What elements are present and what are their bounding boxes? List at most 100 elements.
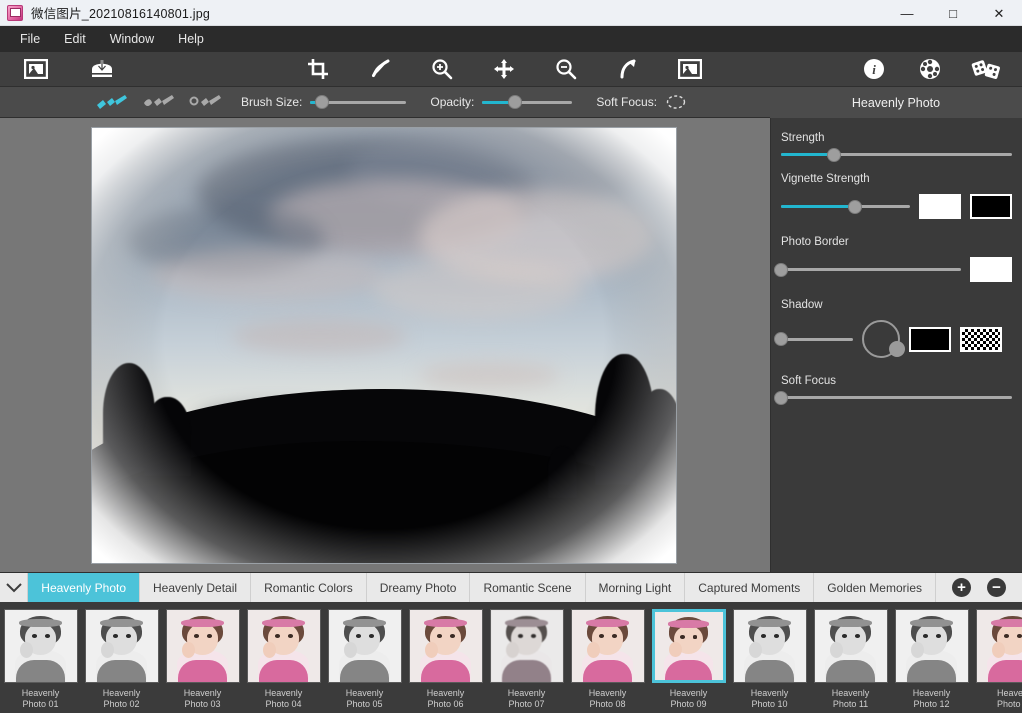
tab-morning-light[interactable]: Morning Light — [586, 573, 686, 602]
brush-erase-icon[interactable] — [135, 88, 182, 116]
thumbnail-caption: HeavenlyPhoto 09 — [670, 688, 708, 710]
shadow-angle-dial[interactable] — [862, 320, 900, 358]
redo-icon[interactable] — [608, 53, 648, 85]
shadow-color-swatch-transparent[interactable] — [960, 327, 1002, 352]
menu-item-edit[interactable]: Edit — [52, 28, 98, 50]
tab-captured-moments[interactable]: Captured Moments — [685, 573, 814, 602]
thumbnail-item[interactable]: HeavenlyPhoto 05 — [324, 606, 405, 710]
thumbnail-image[interactable] — [247, 609, 321, 683]
thumbnail-item[interactable]: HeavenlyPhoto 03 — [162, 606, 243, 710]
thumbnail-image[interactable] — [166, 609, 240, 683]
maximize-button[interactable]: □ — [930, 0, 976, 26]
thumbnail-caption: HeavenlyPhoto 12 — [913, 688, 951, 710]
brush-paint-icon[interactable] — [88, 88, 135, 116]
close-button[interactable]: ✕ — [976, 0, 1022, 26]
crop-icon[interactable] — [298, 53, 338, 85]
thumbnail-image[interactable] — [85, 609, 159, 683]
minimize-button[interactable]: — — [884, 0, 930, 26]
settings-icon[interactable] — [910, 53, 950, 85]
soft-focus-circle-icon[interactable] — [665, 94, 687, 110]
pan-move-icon[interactable] — [484, 53, 524, 85]
thumbnail-caption: HeavenPhoto 1 — [997, 688, 1022, 710]
preset-filmstrip[interactable]: HeavenlyPhoto 01HeavenlyPhoto 02Heavenly… — [0, 602, 1022, 713]
add-preset-button[interactable]: + — [952, 578, 971, 597]
open-image-icon[interactable] — [16, 53, 56, 85]
strength-label: Strength — [781, 132, 1012, 144]
thumbnail-caption: HeavenlyPhoto 05 — [346, 688, 384, 710]
vignette-strength-label: Vignette Strength — [781, 173, 1012, 185]
thumbnail-item[interactable]: HeavenlyPhoto 11 — [810, 606, 891, 710]
tab-heavenly-photo[interactable]: Heavenly Photo — [28, 573, 140, 602]
window-controls: — □ ✕ — [884, 0, 1022, 25]
thumbnail-item[interactable]: HeavenlyPhoto 04 — [243, 606, 324, 710]
shadow-color-swatch-black[interactable] — [909, 327, 951, 352]
thumbnail-item[interactable]: HeavenlyPhoto 10 — [729, 606, 810, 710]
strength-slider[interactable] — [781, 153, 1012, 156]
brush-size-slider[interactable] — [310, 101, 406, 104]
control-soft-focus: Soft Focus — [781, 375, 1012, 399]
thumbnail-item[interactable]: HeavenlyPhoto 09 — [648, 606, 729, 710]
thumbnail-caption: HeavenlyPhoto 11 — [832, 688, 870, 710]
thumbnail-list: HeavenlyPhoto 01HeavenlyPhoto 02Heavenly… — [0, 606, 1022, 710]
thumbnail-caption: HeavenlyPhoto 06 — [427, 688, 465, 710]
thumbnail-image[interactable] — [733, 609, 807, 683]
soft-focus-slider[interactable] — [781, 396, 1012, 399]
thumbnail-caption: HeavenlyPhoto 07 — [508, 688, 546, 710]
svg-text:i: i — [872, 62, 876, 77]
thumbnail-item[interactable]: HeavenlyPhoto 06 — [405, 606, 486, 710]
effect-settings-panel: Strength Vignette Strength — [770, 118, 1022, 572]
image-canvas[interactable] — [0, 118, 770, 572]
undo-icon[interactable] — [360, 53, 400, 85]
photo-border-label: Photo Border — [781, 236, 1012, 248]
thumbnail-image[interactable] — [571, 609, 645, 683]
menu-item-window[interactable]: Window — [98, 28, 166, 50]
opacity-label: Opacity: — [430, 95, 474, 109]
brush-smudge-icon[interactable] — [182, 88, 229, 116]
thumbnail-caption: HeavenlyPhoto 01 — [22, 688, 60, 710]
chevron-down-icon[interactable] — [0, 573, 28, 602]
shadow-slider[interactable] — [781, 338, 853, 341]
main-area: Strength Vignette Strength — [0, 118, 1022, 572]
menu-item-file[interactable]: File — [8, 28, 52, 50]
remove-preset-button[interactable]: − — [987, 578, 1006, 597]
photo-border-slider[interactable] — [781, 268, 961, 271]
title-bar: 微信图片_20210816140801.jpg — □ ✕ — [0, 0, 1022, 26]
thumbnail-image[interactable] — [409, 609, 483, 683]
thumbnail-item[interactable]: HeavenPhoto 1 — [972, 606, 1022, 710]
thumbnail-image[interactable] — [4, 609, 78, 683]
window-title: 微信图片_20210816140801.jpg — [31, 3, 210, 22]
zoom-out-icon[interactable] — [546, 53, 586, 85]
shadow-label: Shadow — [781, 299, 1012, 311]
thumbnail-image[interactable] — [976, 609, 1022, 683]
menu-bar: File Edit Window Help — [0, 26, 1022, 52]
primary-toolbar: i — [0, 52, 1022, 87]
thumbnail-item[interactable]: HeavenlyPhoto 01 — [0, 606, 81, 710]
tab-romantic-scene[interactable]: Romantic Scene — [470, 573, 585, 602]
fit-image-icon[interactable] — [670, 53, 710, 85]
thumbnail-item[interactable]: HeavenlyPhoto 08 — [567, 606, 648, 710]
tab-dreamy-photo[interactable]: Dreamy Photo — [367, 573, 471, 602]
tab-heavenly-detail[interactable]: Heavenly Detail — [140, 573, 251, 602]
random-dice-icon[interactable] — [966, 53, 1006, 85]
thumbnail-image[interactable] — [652, 609, 726, 683]
thumbnail-image[interactable] — [328, 609, 402, 683]
info-icon[interactable]: i — [854, 53, 894, 85]
thumbnail-image[interactable] — [490, 609, 564, 683]
tab-golden-memories[interactable]: Golden Memories — [814, 573, 936, 602]
control-strength: Strength — [781, 132, 1012, 156]
thumbnail-image[interactable] — [895, 609, 969, 683]
thumbnail-item[interactable]: HeavenlyPhoto 07 — [486, 606, 567, 710]
opacity-slider[interactable] — [482, 101, 572, 104]
vignette-color-swatch-white[interactable] — [919, 194, 961, 219]
thumbnail-item[interactable]: HeavenlyPhoto 02 — [81, 606, 162, 710]
vignette-strength-slider[interactable] — [781, 205, 910, 208]
photo-border-color-swatch-white[interactable] — [970, 257, 1012, 282]
tab-romantic-colors[interactable]: Romantic Colors — [251, 573, 367, 602]
vignette-color-swatch-black[interactable] — [970, 194, 1012, 219]
menu-item-help[interactable]: Help — [166, 28, 216, 50]
save-image-icon[interactable] — [82, 53, 122, 85]
thumbnail-image[interactable] — [814, 609, 888, 683]
thumbnail-item[interactable]: HeavenlyPhoto 12 — [891, 606, 972, 710]
zoom-in-icon[interactable] — [422, 53, 462, 85]
thumbnail-caption: HeavenlyPhoto 10 — [751, 688, 789, 710]
